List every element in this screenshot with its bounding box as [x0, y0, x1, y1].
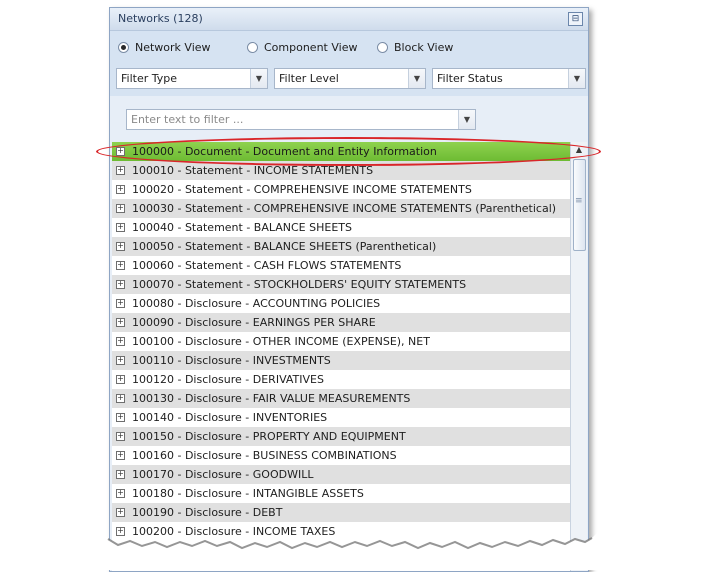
- vertical-scrollbar[interactable]: ▲: [570, 142, 587, 571]
- list-item-label: 100030 - Statement - COMPREHENSIVE INCOM…: [132, 202, 557, 215]
- expand-icon[interactable]: +: [116, 432, 125, 441]
- chevron-down-icon[interactable]: ▼: [568, 69, 585, 88]
- list-item[interactable]: +100030 - Statement - COMPREHENSIVE INCO…: [112, 199, 570, 218]
- radio-icon: [247, 42, 258, 53]
- scroll-up-icon[interactable]: ▲: [571, 142, 587, 158]
- view-selector: Network View Component View Block View: [110, 41, 588, 57]
- chevron-down-icon[interactable]: ▼: [458, 110, 475, 129]
- list-item[interactable]: +100150 - Disclosure - PROPERTY AND EQUI…: [112, 427, 570, 446]
- expand-icon[interactable]: +: [116, 261, 125, 270]
- list-item[interactable]: +100200 - Disclosure - INCOME TAXES: [112, 522, 570, 541]
- filter-type-value: Filter Type: [121, 72, 178, 85]
- filter-level-value: Filter Level: [279, 72, 339, 85]
- block-view-radio[interactable]: Block View: [377, 41, 453, 54]
- list-item-label: 100010 - Statement - INCOME STATEMENTS: [132, 164, 374, 177]
- list-item-label: 100070 - Statement - STOCKHOLDERS' EQUIT…: [132, 278, 467, 291]
- list-item-label: 100040 - Statement - BALANCE SHEETS: [132, 221, 352, 234]
- list-item-label: 100170 - Disclosure - GOODWILL: [132, 468, 314, 481]
- network-view-label: Network View: [135, 41, 211, 54]
- list-item[interactable]: +100040 - Statement - BALANCE SHEETS: [112, 218, 570, 237]
- list-item[interactable]: +100130 - Disclosure - FAIR VALUE MEASUR…: [112, 389, 570, 408]
- list-item-label: 100050 - Statement - BALANCE SHEETS (Par…: [132, 240, 437, 253]
- expand-icon[interactable]: +: [116, 147, 125, 156]
- expand-icon[interactable]: +: [116, 451, 125, 460]
- expand-icon[interactable]: +: [116, 242, 125, 251]
- list-item-label: 100080 - Disclosure - ACCOUNTING POLICIE…: [132, 297, 381, 310]
- network-view-radio[interactable]: Network View: [118, 41, 211, 54]
- panel-titlebar: Networks (128) ⊟: [110, 8, 588, 31]
- expand-icon[interactable]: +: [116, 299, 125, 308]
- list-item[interactable]: +100090 - Disclosure - EARNINGS PER SHAR…: [112, 313, 570, 332]
- block-view-label: Block View: [394, 41, 454, 54]
- list-item[interactable]: +100060 - Statement - CASH FLOWS STATEME…: [112, 256, 570, 275]
- list-item[interactable]: +100000 - Document - Document and Entity…: [112, 142, 570, 161]
- component-view-label: Component View: [264, 41, 358, 54]
- expand-icon[interactable]: +: [116, 185, 125, 194]
- list-item-label: 100120 - Disclosure - DERIVATIVES: [132, 373, 324, 386]
- list-item[interactable]: +100160 - Disclosure - BUSINESS COMBINAT…: [112, 446, 570, 465]
- list-item[interactable]: +100180 - Disclosure - INTANGIBLE ASSETS: [112, 484, 570, 503]
- expand-icon[interactable]: +: [116, 527, 125, 536]
- expand-icon[interactable]: +: [116, 223, 125, 232]
- panel-title: Networks (128): [118, 12, 203, 25]
- list-item[interactable]: +100010 - Statement - INCOME STATEMENTS: [112, 161, 570, 180]
- scrollbar-thumb[interactable]: [573, 159, 586, 251]
- list-item[interactable]: +100170 - Disclosure - GOODWILL: [112, 465, 570, 484]
- list-item-label: 100190 - Disclosure - DEBT: [132, 506, 283, 519]
- list-item[interactable]: +100100 - Disclosure - OTHER INCOME (EXP…: [112, 332, 570, 351]
- expand-icon[interactable]: +: [116, 394, 125, 403]
- text-filter-input[interactable]: Enter text to filter ... ▼: [126, 109, 476, 130]
- list-item-label: 100150 - Disclosure - PROPERTY AND EQUIP…: [132, 430, 406, 443]
- list-item-label: 100100 - Disclosure - OTHER INCOME (EXPE…: [132, 335, 430, 348]
- list-item[interactable]: +100110 - Disclosure - INVESTMENTS: [112, 351, 570, 370]
- list-item-label: 100110 - Disclosure - INVESTMENTS: [132, 354, 331, 367]
- list-item[interactable]: +100080 - Disclosure - ACCOUNTING POLICI…: [112, 294, 570, 313]
- list-item-label: 100180 - Disclosure - INTANGIBLE ASSETS: [132, 487, 364, 500]
- list-item-label: 100130 - Disclosure - FAIR VALUE MEASURE…: [132, 392, 411, 405]
- expand-icon[interactable]: +: [116, 508, 125, 517]
- list-item[interactable]: +100050 - Statement - BALANCE SHEETS (Pa…: [112, 237, 570, 256]
- list-item[interactable]: +100140 - Disclosure - INVENTORIES: [112, 408, 570, 427]
- filter-status-dropdown[interactable]: Filter Status ▼: [432, 68, 586, 89]
- expand-icon[interactable]: +: [116, 489, 125, 498]
- list-item[interactable]: +100190 - Disclosure - DEBT: [112, 503, 570, 522]
- expand-icon[interactable]: +: [116, 470, 125, 479]
- expand-icon[interactable]: +: [116, 356, 125, 365]
- radio-icon: [377, 42, 388, 53]
- chevron-down-icon[interactable]: ▼: [408, 69, 425, 88]
- list-item[interactable]: +100120 - Disclosure - DERIVATIVES: [112, 370, 570, 389]
- list-item-label: 100020 - Statement - COMPREHENSIVE INCOM…: [132, 183, 472, 196]
- text-filter-placeholder: Enter text to filter ...: [131, 113, 244, 126]
- list-item[interactable]: +100020 - Statement - COMPREHENSIVE INCO…: [112, 180, 570, 199]
- pin-icon[interactable]: ⊟: [568, 12, 583, 26]
- chevron-down-icon[interactable]: ▼: [250, 69, 267, 88]
- list-item-label: 100140 - Disclosure - INVENTORIES: [132, 411, 328, 424]
- filter-level-dropdown[interactable]: Filter Level ▼: [274, 68, 426, 89]
- list-item-label: 100200 - Disclosure - INCOME TAXES: [132, 525, 336, 538]
- list-item-label: 100090 - Disclosure - EARNINGS PER SHARE: [132, 316, 376, 329]
- filter-status-value: Filter Status: [437, 72, 503, 85]
- expand-icon[interactable]: +: [116, 280, 125, 289]
- network-list: +100000 - Document - Document and Entity…: [112, 142, 570, 571]
- expand-icon[interactable]: +: [116, 375, 125, 384]
- list-item-label: 100000 - Document - Document and Entity …: [132, 145, 437, 158]
- component-view-radio[interactable]: Component View: [247, 41, 357, 54]
- expand-icon[interactable]: +: [116, 337, 125, 346]
- radio-selected-icon: [118, 42, 129, 53]
- networks-panel: Networks (128) ⊟ Network View Component …: [109, 7, 589, 572]
- list-item[interactable]: +100070 - Statement - STOCKHOLDERS' EQUI…: [112, 275, 570, 294]
- filter-type-dropdown[interactable]: Filter Type ▼: [116, 68, 268, 89]
- expand-icon[interactable]: +: [116, 166, 125, 175]
- expand-icon[interactable]: +: [116, 204, 125, 213]
- list-item-label: 100060 - Statement - CASH FLOWS STATEMEN…: [132, 259, 402, 272]
- expand-icon[interactable]: +: [116, 318, 125, 327]
- expand-icon[interactable]: +: [116, 413, 125, 422]
- list-item-label: 100160 - Disclosure - BUSINESS COMBINATI…: [132, 449, 397, 462]
